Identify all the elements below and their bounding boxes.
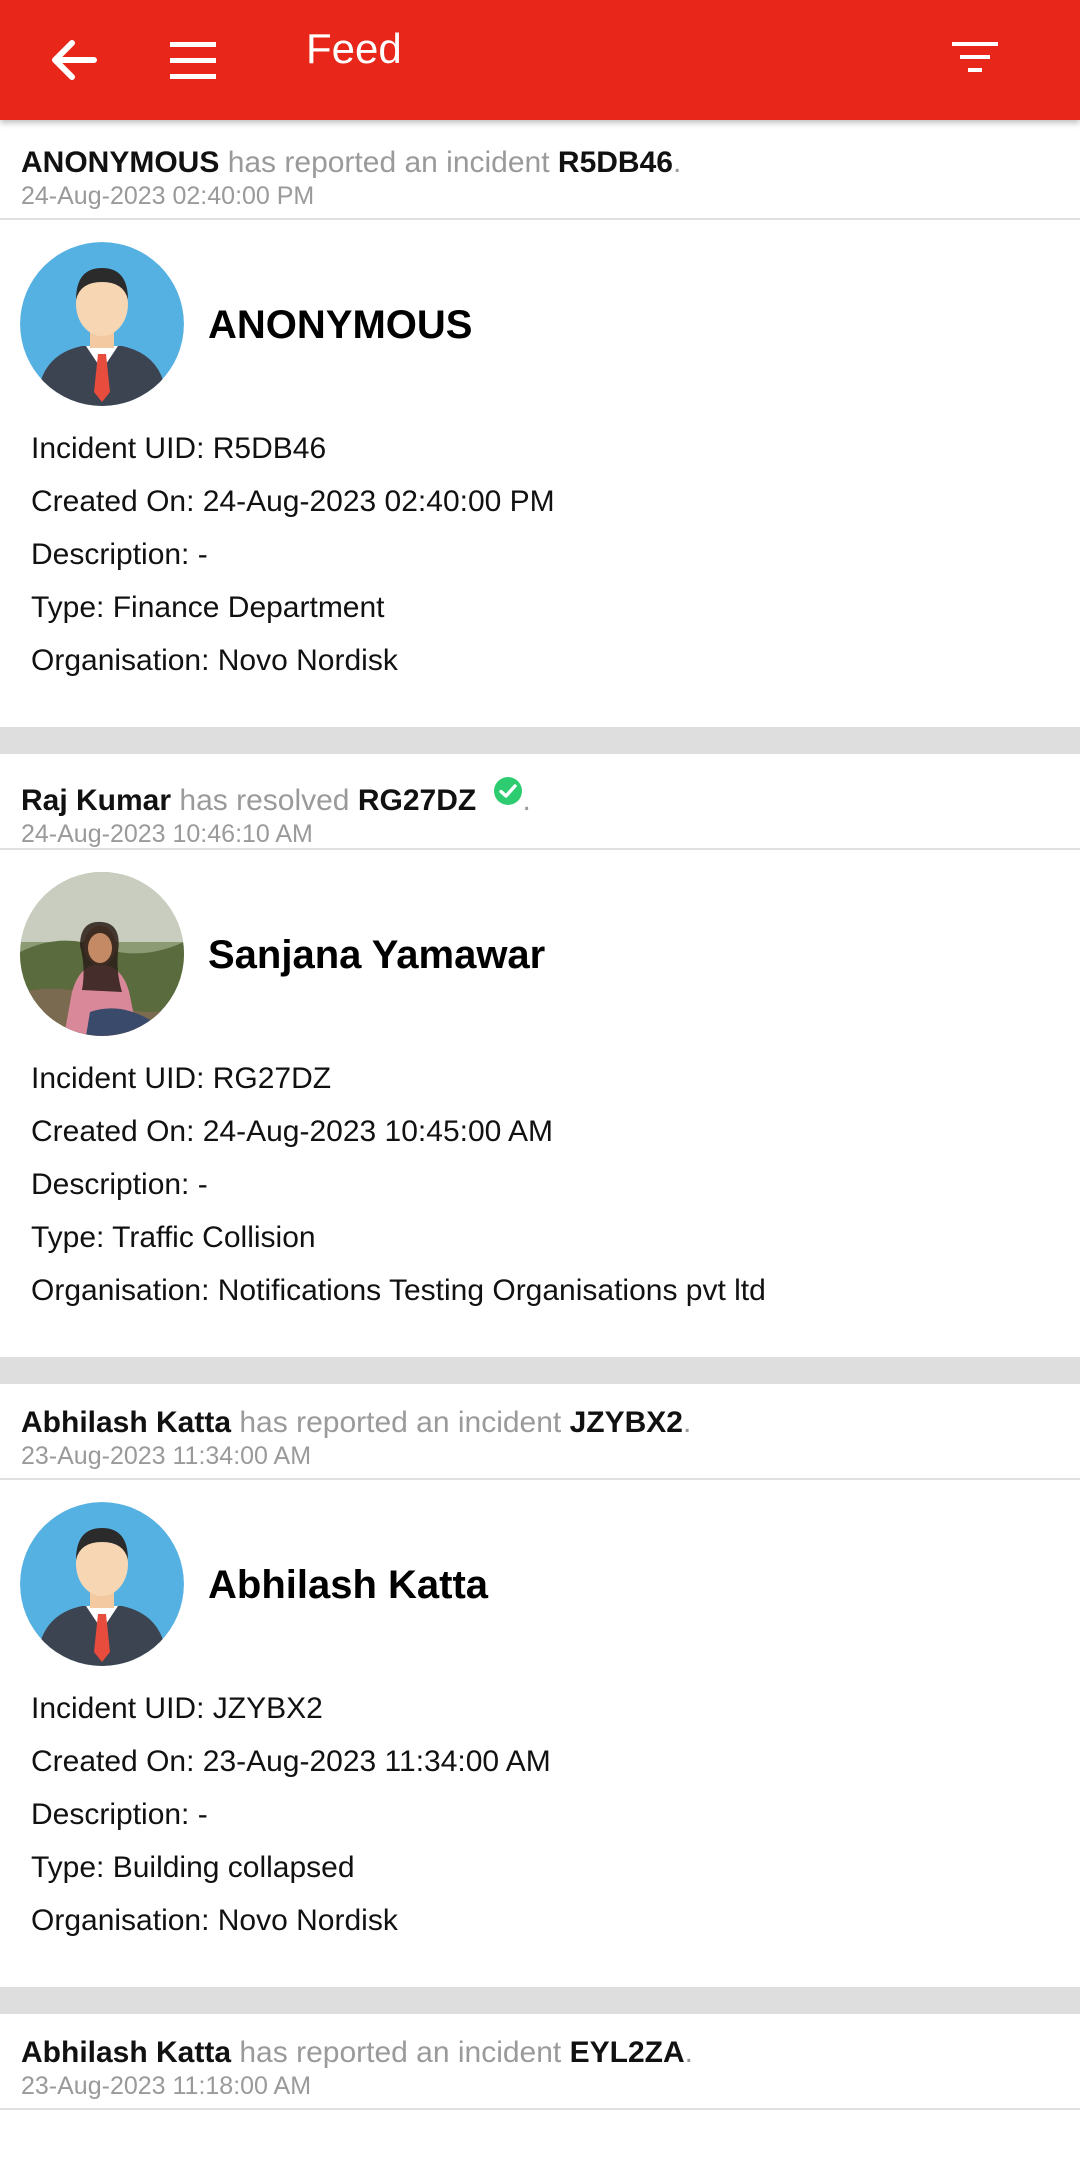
card-padding: [0, 687, 1080, 727]
card-padding: [0, 1947, 1080, 1987]
page-title: Feed: [306, 25, 402, 72]
feed-list[interactable]: ANONYMOUS has reported an incident R5DB4…: [0, 124, 1080, 2110]
reporter-name: Abhilash Katta: [208, 1563, 489, 1607]
card-padding: [0, 1317, 1080, 1357]
detail-row: Description: -: [31, 1168, 208, 1201]
activity-time: 24-Aug-2023 10:46:10 AM: [21, 820, 313, 848]
hamburger-menu-icon[interactable]: [166, 30, 226, 90]
detail-row: Incident UID: RG27DZ: [31, 1062, 332, 1095]
activity-verb: has reported an incident: [227, 146, 550, 179]
card-separator: [0, 1987, 1080, 2014]
avatar[interactable]: [20, 872, 184, 1036]
incident-details: Incident UID: JZYBX2 Created On: 23-Aug-2…: [0, 1680, 1080, 1947]
actor-name[interactable]: ANONYMOUS: [21, 146, 219, 179]
feed-card[interactable]: Abhilash Katta has reported an incident …: [0, 2014, 1080, 2110]
filter-icon[interactable]: [948, 30, 1008, 90]
activity-summary: ANONYMOUS has reported an incident R5DB4…: [0, 124, 1080, 220]
default-avatar-image: [20, 242, 184, 406]
activity-line: Abhilash Katta has reported an incident …: [21, 1406, 1059, 1440]
activity-verb: has reported an incident: [239, 2036, 562, 2069]
activity-line: ANONYMOUS has reported an incident R5DB4…: [21, 146, 1059, 180]
actor-name[interactable]: Abhilash Katta: [21, 2036, 231, 2069]
incident-details: Incident UID: R5DB46 Created On: 24-Aug-2…: [0, 420, 1080, 687]
detail-row: Organisation: Novo Nordisk: [31, 1904, 398, 1937]
reporter-name: Sanjana Yamawar: [208, 933, 546, 977]
activity-verb: has reported an incident: [239, 1406, 562, 1439]
activity-time: 23-Aug-2023 11:34:00 AM: [21, 1442, 312, 1470]
activity-summary: Abhilash Katta has reported an incident …: [0, 2014, 1080, 2110]
incident-uid-link[interactable]: EYL2ZA: [570, 2036, 685, 2069]
activity-time: 23-Aug-2023 11:18:00 AM: [21, 2072, 312, 2100]
period: .: [684, 2036, 693, 2069]
detail-row: Type: Building collapsed: [31, 1851, 355, 1884]
feed-card[interactable]: ANONYMOUS has reported an incident R5DB4…: [0, 124, 1080, 727]
detail-row: Created On: 24-Aug-2023 02:40:00 PM: [31, 485, 555, 518]
feed-card[interactable]: Raj Kumar has resolved RG27DZ . 24-Aug-2…: [0, 754, 1080, 1357]
user-photo-image: [20, 872, 184, 1036]
actor-name[interactable]: Abhilash Katta: [21, 1406, 231, 1439]
detail-row: Type: Finance Department: [31, 591, 385, 624]
incident-uid-link[interactable]: RG27DZ: [358, 784, 476, 817]
card-separator: [0, 1357, 1080, 1384]
card-separator: [0, 727, 1080, 754]
incident-uid-link[interactable]: JZYBX2: [570, 1406, 683, 1439]
feed-card[interactable]: Abhilash Katta has reported an incident …: [0, 1384, 1080, 1987]
resolved-check-icon: [493, 777, 522, 805]
reporter-name: ANONYMOUS: [208, 303, 473, 347]
back-arrow-icon[interactable]: [44, 30, 104, 90]
incident-uid-link[interactable]: R5DB46: [558, 146, 673, 179]
detail-row: Organisation: Notifications Testing Orga…: [31, 1274, 766, 1307]
activity-time: 24-Aug-2023 02:40:00 PM: [21, 182, 315, 210]
detail-row: Incident UID: JZYBX2: [31, 1692, 323, 1725]
period: .: [522, 784, 531, 817]
period: .: [672, 146, 682, 179]
avatar[interactable]: [20, 1502, 184, 1666]
reporter-header[interactable]: ANONYMOUS: [0, 220, 1080, 420]
detail-row: Incident UID: R5DB46: [31, 432, 327, 465]
avatar[interactable]: [20, 242, 184, 406]
activity-verb: has resolved: [179, 784, 350, 817]
activity-line: Raj Kumar has resolved RG27DZ .: [21, 776, 1059, 818]
activity-summary: Abhilash Katta has reported an incident …: [0, 1384, 1080, 1480]
detail-row: Organisation: Novo Nordisk: [31, 644, 398, 677]
period: .: [683, 1406, 692, 1439]
activity-line: Abhilash Katta has reported an incident …: [21, 2036, 1059, 2070]
detail-row: Created On: 23-Aug-2023 11:34:00 AM: [31, 1745, 551, 1778]
incident-details: Incident UID: RG27DZ Created On: 24-Aug-2…: [0, 1050, 1080, 1317]
actor-name[interactable]: Raj Kumar: [21, 784, 171, 817]
detail-row: Description: -: [31, 538, 208, 571]
detail-row: Created On: 24-Aug-2023 10:45:00 AM: [31, 1115, 554, 1148]
activity-summary: Raj Kumar has resolved RG27DZ . 24-Aug-2…: [0, 754, 1080, 850]
default-avatar-image: [20, 1502, 184, 1666]
detail-row: Description: -: [31, 1798, 208, 1831]
reporter-header[interactable]: Abhilash Katta: [0, 1480, 1080, 1680]
reporter-header[interactable]: Sanjana Yamawar: [0, 850, 1080, 1050]
app-bar: Feed: [0, 0, 1080, 120]
detail-row: Type: Traffic Collision: [31, 1221, 316, 1254]
